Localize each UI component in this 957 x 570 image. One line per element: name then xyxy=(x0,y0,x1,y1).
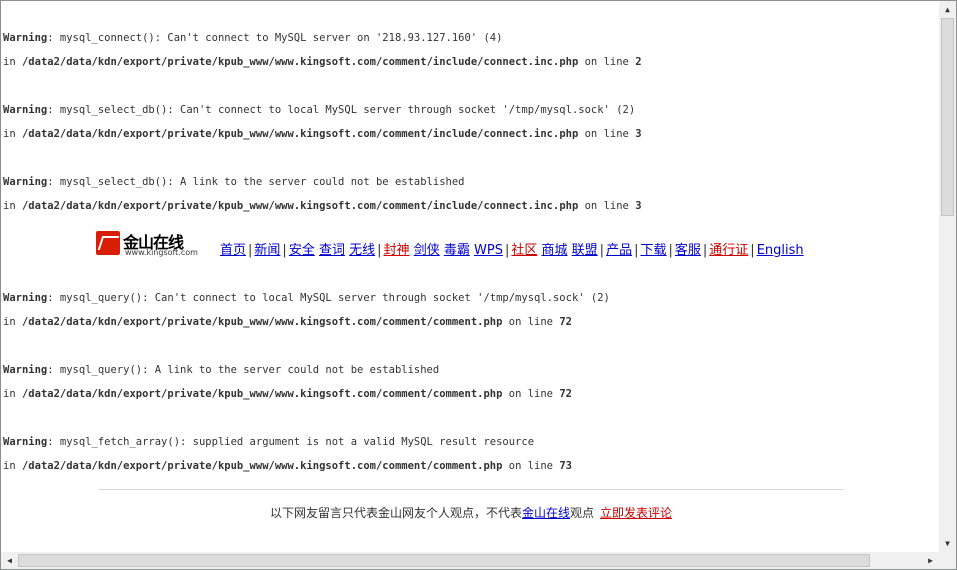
warning-message: Warning: mysql_connect(): Can't connect … xyxy=(3,32,503,44)
warning-location: in /data2/data/kdn/export/private/kpub_w… xyxy=(3,388,572,400)
warning-message: Warning: mysql_query(): A link to the se… xyxy=(3,364,440,376)
logo-url: www.kingsoft.com xyxy=(125,248,198,257)
site-link[interactable]: 金山在线 xyxy=(522,506,570,520)
warning-location: in /data2/data/kdn/export/private/kpub_w… xyxy=(3,460,572,472)
site-nav-bar: 金山在线 www.kingsoft.com 首页 | 新闻 | 安全 查词 无线 | 封神 … xyxy=(96,229,846,261)
comment-notice: 以下网友留言只代表金山网友个人观点，不代表金山在线观点 立即发表评论 xyxy=(269,506,673,520)
nav-link-mall[interactable]: 商城 xyxy=(542,243,568,258)
nav-separator: | xyxy=(248,243,253,258)
warning-message: Warning: mysql_select_db(): Can't connec… xyxy=(3,104,636,116)
horizontal-scroll-thumb[interactable] xyxy=(18,554,870,567)
nav-separator: | xyxy=(504,243,510,258)
nav-link-news[interactable]: 新闻 xyxy=(254,243,280,258)
scroll-up-icon[interactable]: ▲ xyxy=(939,1,956,18)
nav-link-dubai[interactable]: 毒霸 xyxy=(444,243,470,258)
nav-link-download[interactable]: 下载 xyxy=(640,243,666,258)
nav-separator: | xyxy=(377,243,382,258)
nav-separator: | xyxy=(634,243,639,258)
vertical-scrollbar[interactable]: ▲ ▼ xyxy=(939,1,956,552)
warning-location: in /data2/data/kdn/export/private/kpub_w… xyxy=(3,56,642,68)
warning-message: Warning: mysql_query(): Can't connect to… xyxy=(3,292,610,304)
nav-link-wireless[interactable]: 无线 xyxy=(349,243,375,258)
nav-link-query[interactable]: 查词 xyxy=(319,243,345,258)
kingsoft-logo[interactable]: 金山在线 www.kingsoft.com xyxy=(96,229,200,261)
divider xyxy=(99,489,844,490)
nav-link-fengshen[interactable]: 封神 xyxy=(384,243,410,258)
horizontal-scrollbar[interactable]: ◀ ▶ xyxy=(1,552,939,569)
nav-separator: | xyxy=(750,243,755,258)
nav-link-wps[interactable]: WPS xyxy=(474,243,503,258)
nav-link-home[interactable]: 首页 xyxy=(220,243,246,258)
nav-link-security[interactable]: 安全 xyxy=(289,243,315,258)
kingsoft-logo-icon xyxy=(96,231,120,255)
nav-link-service[interactable]: 客服 xyxy=(675,243,701,258)
page-content: Warning: mysql_connect(): Can't connect … xyxy=(3,1,939,552)
warning-location: in /data2/data/kdn/export/private/kpub_w… xyxy=(3,128,642,140)
scroll-left-icon[interactable]: ◀ xyxy=(1,552,18,569)
scroll-down-icon[interactable]: ▼ xyxy=(939,535,956,552)
scrollbar-corner xyxy=(939,552,956,569)
nav-separator: | xyxy=(702,243,708,258)
scroll-right-icon[interactable]: ▶ xyxy=(922,552,939,569)
post-comment-link[interactable]: 立即发表评论 xyxy=(600,506,672,520)
nav-separator: | xyxy=(282,243,287,258)
nav-separator: | xyxy=(668,243,673,258)
warning-location: in /data2/data/kdn/export/private/kpub_w… xyxy=(3,316,572,328)
nav-links: 首页 | 新闻 | 安全 查词 无线 | 封神 剑侠 毒霸 WPS | 社区 商城 联盟 | 产品 |… xyxy=(220,239,804,258)
warning-message: Warning: mysql_fetch_array(): supplied a… xyxy=(3,436,535,448)
warning-message: Warning: mysql_select_db(): A link to th… xyxy=(3,176,465,188)
nav-link-products[interactable]: 产品 xyxy=(606,243,632,258)
nav-link-community[interactable]: 社区 xyxy=(511,243,537,258)
nav-separator: | xyxy=(599,243,605,258)
nav-link-union[interactable]: 联盟 xyxy=(572,243,598,258)
vertical-scroll-thumb[interactable] xyxy=(941,18,954,216)
nav-link-jianxia[interactable]: 剑侠 xyxy=(414,243,440,258)
warning-location: in /data2/data/kdn/export/private/kpub_w… xyxy=(3,200,642,212)
browser-frame: Warning: mysql_connect(): Can't connect … xyxy=(0,0,957,570)
nav-link-english[interactable]: English xyxy=(757,243,804,258)
nav-link-passport[interactable]: 通行证 xyxy=(709,243,748,258)
